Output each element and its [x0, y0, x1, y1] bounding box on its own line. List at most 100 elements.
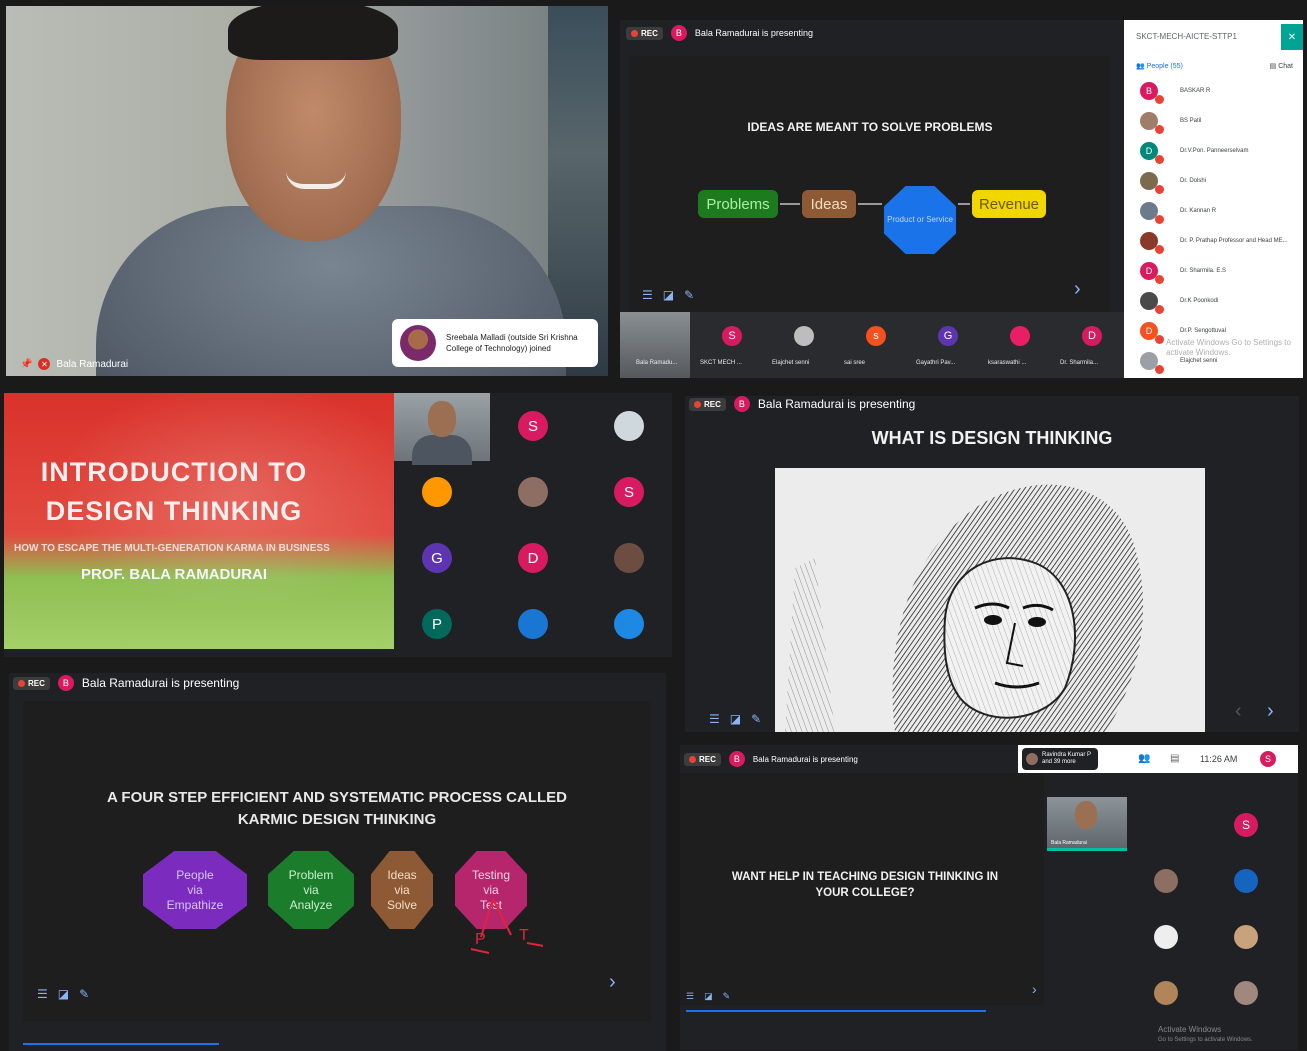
slide-title-line2: DESIGN THINKING [45, 496, 303, 526]
process-step: Problem via Analyze [268, 851, 354, 929]
menu-icon[interactable]: ☰ [642, 288, 653, 302]
participant-name: Bala Ramadurai [56, 358, 129, 370]
participant-name: sai sree [844, 360, 866, 366]
process-step: Ideas via Solve [371, 851, 433, 929]
slide-controls: ☰ ◪ ✎ [642, 288, 694, 302]
participant-avatar[interactable]: S [1234, 813, 1258, 837]
presenter-avatar: B [57, 675, 74, 691]
pen-icon[interactable]: ✎ [751, 712, 761, 726]
chevron-right-icon[interactable]: › [1032, 981, 1037, 997]
menu-icon[interactable]: ☰ [37, 987, 48, 1001]
flow-problems: Problems [698, 190, 778, 218]
avatar [794, 326, 814, 346]
meeting-code: SKCT-MECH-AICTE-STTP1 [1136, 32, 1237, 41]
participant-avatar[interactable] [1234, 869, 1258, 893]
people-list-item[interactable]: D Dr.V.Pon. Panneerselvam [1140, 142, 1248, 164]
rec-dot-icon [18, 679, 25, 687]
user-avatar[interactable]: S [1260, 751, 1276, 767]
edit-square-icon[interactable]: ◪ [663, 288, 674, 302]
edit-square-icon[interactable]: ◪ [704, 991, 713, 1002]
participant-avatar[interactable] [614, 543, 644, 573]
pen-icon[interactable]: ✎ [723, 991, 731, 1002]
edit-square-icon[interactable]: ◪ [730, 712, 741, 726]
participant-avatar[interactable]: P [422, 609, 452, 639]
participant-avatar[interactable] [422, 477, 452, 507]
participant-tile[interactable]: Elajchet senni [770, 312, 838, 378]
participant-avatar[interactable]: S [518, 411, 548, 441]
slide-title-line1: A FOUR STEP EFFICIENT AND SYSTEMATIC PRO… [106, 789, 568, 806]
participant-avatar[interactable] [518, 477, 548, 507]
tab-people[interactable]: 👥 People (55) [1136, 62, 1183, 70]
people-list-item[interactable]: Dr. P. Prathap Professor and Head ME... [1140, 232, 1288, 254]
participant-avatar[interactable] [1234, 925, 1258, 949]
clock-time: 11:26 AM [1200, 754, 1238, 764]
process-step: People via Empathize [143, 851, 247, 929]
participant-tile[interactable]: D Dr. Sharmila... [1058, 312, 1126, 378]
recording-bar: REC B Bala Ramadurai is presenting [9, 673, 666, 693]
slide-title-line1: INTRODUCTION TO [40, 457, 308, 487]
avatar [1140, 202, 1164, 224]
participant-avatar[interactable]: S [614, 477, 644, 507]
design-thinking-slide-panel: REC B Bala Ramadurai is presenting WHAT … [685, 396, 1299, 732]
participant-tile[interactable]: G Gayathri Pav... [914, 312, 982, 378]
flow-product: Product or Service [884, 186, 956, 254]
participant-avatar[interactable] [1234, 981, 1258, 1005]
menu-icon[interactable]: ☰ [709, 712, 720, 726]
recording-bar: REC B Bala Ramadurai is presenting [680, 745, 1018, 773]
pen-icon[interactable]: ✎ [684, 288, 694, 302]
participant-avatar[interactable]: G [422, 543, 452, 573]
participant-avatar[interactable] [1154, 981, 1178, 1005]
tab-chat[interactable]: ▤ Chat [1270, 62, 1293, 70]
flow-ideas: Ideas [802, 190, 856, 218]
join-notice: Ravindra Kumar Pand 39 more [1022, 748, 1098, 770]
participant-avatar[interactable] [518, 609, 548, 639]
shared-slide: INTRODUCTION TO DESIGN THINKING HOW TO E… [4, 393, 394, 649]
people-list-item[interactable]: Dr. Kannan R [1140, 202, 1216, 224]
rec-badge: REC [684, 752, 721, 766]
people-list-item[interactable]: D Dr. Sharmila. E.S [1140, 262, 1226, 284]
flow-arrow [780, 203, 800, 205]
chevron-right-icon[interactable]: › [1074, 278, 1081, 301]
slide-title: A FOUR STEP EFFICIENT AND SYSTEMATIC PRO… [23, 787, 651, 831]
activate-windows-watermark: Activate Windows Go to Settings to activ… [1166, 338, 1291, 357]
participant-tile[interactable]: ksaraswathi ... [986, 312, 1054, 378]
pen-icon[interactable]: ✎ [79, 987, 89, 1001]
speaker-hair [228, 6, 398, 60]
chevron-left-icon[interactable]: ‹ [1235, 700, 1242, 723]
chevron-right-icon[interactable]: › [609, 971, 616, 994]
person-name: Dr. Dolshi [1180, 178, 1207, 184]
participant-avatar[interactable]: D [518, 543, 548, 573]
participant-avatar[interactable] [614, 411, 644, 441]
person-name: BS Patil [1180, 118, 1202, 124]
want-help-slide-panel: REC B Bala Ramadurai is presenting Ravin… [680, 745, 1298, 1050]
people-list-item[interactable]: B BASKAR R [1140, 82, 1210, 104]
rec-dot-icon [694, 400, 701, 408]
annotation-t: T [519, 927, 529, 944]
participant-name: Dr. Sharmila... [1060, 360, 1099, 366]
participant-avatar[interactable] [614, 609, 644, 639]
annotation-p: P [475, 931, 486, 948]
shared-slide: IDEAS ARE MEANT TO SOLVE PROBLEMS Proble… [630, 56, 1110, 318]
person-name: Elajchet senni [1180, 358, 1218, 364]
menu-icon[interactable]: ☰ [686, 991, 694, 1002]
chevron-right-icon[interactable]: › [1267, 700, 1274, 723]
four-step-slide-panel: REC B Bala Ramadurai is presenting A FOU… [9, 673, 666, 1051]
people-icon[interactable]: 👥 [1138, 753, 1150, 764]
close-icon[interactable]: ✕ [1281, 24, 1303, 50]
presenter-avatar: B [728, 751, 745, 767]
participant-tile[interactable]: S SKCT MECH ... [698, 312, 766, 378]
slide-controls: ☰ ◪ ✎ [37, 987, 89, 1001]
edit-square-icon[interactable]: ◪ [58, 987, 69, 1001]
participant-name: Bala Ramadu... [636, 360, 678, 366]
participant-avatar[interactable] [1154, 925, 1178, 949]
people-list-item[interactable]: Dr. Dolshi [1140, 172, 1207, 194]
participant-name: Elajchet senni [772, 360, 810, 366]
people-list-item[interactable]: BS Patil [1140, 112, 1202, 134]
flow-arrow [958, 203, 970, 205]
pin-icon[interactable]: 📌 [20, 359, 32, 370]
people-list-item[interactable]: Dr.K Poonkodi [1140, 292, 1218, 314]
presenting-label: Bala Ramadurai is presenting [757, 397, 916, 411]
participant-avatar[interactable] [1154, 869, 1178, 893]
chat-icon[interactable]: ▤ [1170, 753, 1179, 764]
participant-tile[interactable]: s sai sree [842, 312, 910, 378]
